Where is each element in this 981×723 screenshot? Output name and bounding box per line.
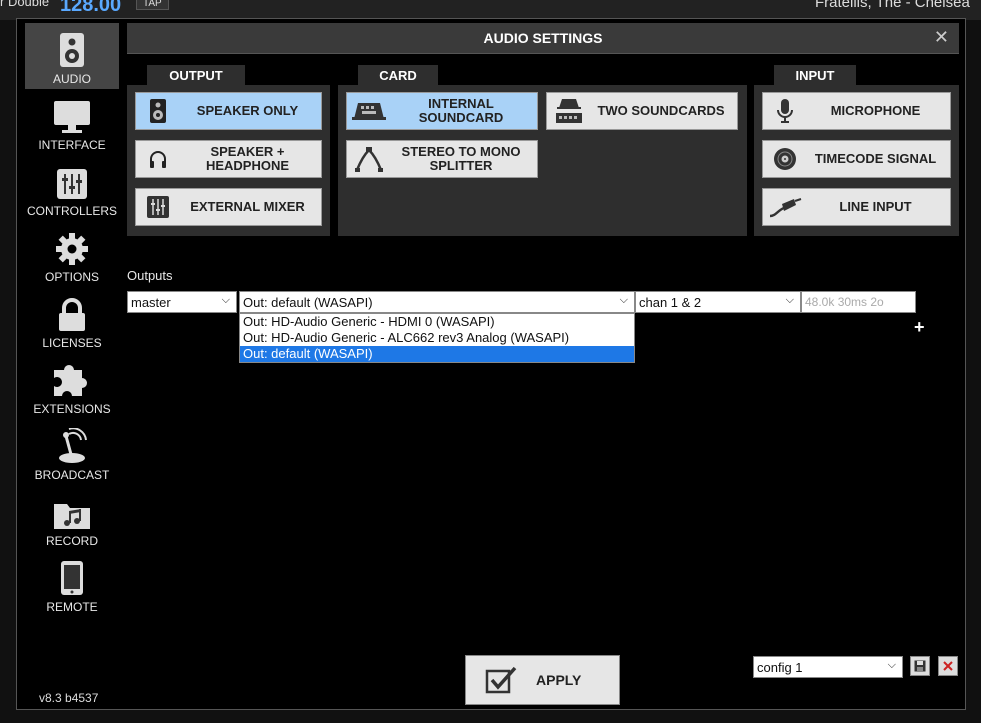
close-icon: [943, 661, 953, 671]
delete-config-button[interactable]: [938, 656, 958, 676]
sidebar-item-label: REMOTE: [46, 600, 98, 614]
external-mixer-button[interactable]: EXTERNAL MIXER: [135, 188, 322, 226]
output-group-panel: SPEAKER ONLY SPEAKER + HEADPHONE EXTERNA…: [127, 85, 330, 236]
button-label: INTERNAL SOUNDCARD: [418, 96, 504, 125]
dropdown-option-default[interactable]: Out: default (WASAPI): [240, 346, 634, 362]
background-left-text: r Double: [0, 0, 50, 9]
vinyl-icon: [774, 148, 796, 170]
monitor-icon: [54, 101, 90, 133]
input-group-tab: INPUT: [774, 65, 856, 85]
select-value: Out: default (WASAPI): [243, 294, 373, 310]
button-label: TWO SOUNDCARDS: [597, 103, 725, 118]
microphone-button[interactable]: MICROPHONE: [762, 92, 951, 130]
output-format-info: 48.0k 30ms 2o: [801, 291, 916, 313]
sidebar-item-label: LICENSES: [42, 336, 102, 350]
sidebar-item-record[interactable]: RECORD: [25, 485, 119, 551]
sidebar-item-remote[interactable]: REMOTE: [25, 551, 119, 617]
internal-soundcard-button[interactable]: INTERNAL SOUNDCARD: [346, 92, 538, 130]
lock-icon: [59, 298, 85, 331]
sidebar-item-label: BROADCAST: [34, 468, 110, 482]
chevron-down-icon: ⌵: [785, 294, 794, 306]
phone-icon: [61, 561, 83, 595]
settings-sidebar: AUDIO INTERFACE CONTROLLERS OPTIONS LICE…: [25, 23, 119, 617]
cable-icon: [769, 198, 802, 218]
window-title: AUDIO SETTINGS: [483, 30, 603, 46]
sidebar-item-broadcast[interactable]: BROADCAST: [25, 419, 119, 485]
apply-button[interactable]: APPLY: [465, 655, 620, 705]
internal-soundcard-icon: [352, 103, 386, 120]
chevron-down-icon: ⌵: [221, 294, 230, 306]
button-label: TIMECODE SIGNAL: [814, 151, 937, 166]
apply-label: APPLY: [536, 672, 582, 688]
sidebar-item-label: AUDIO: [52, 72, 91, 86]
sidebar-item-label: OPTIONS: [44, 270, 99, 284]
background-right-edge: [966, 20, 981, 723]
outputs-label: Outputs: [127, 268, 173, 283]
add-output-button[interactable]: +: [914, 317, 925, 338]
close-button[interactable]: ✕: [934, 27, 949, 48]
chevron-down-icon: ⌵: [619, 294, 628, 306]
input-group-panel: MICROPHONE TIMECODE SIGNAL LINE INPUT: [754, 85, 959, 236]
music-folder-icon: [54, 504, 90, 529]
line-input-button[interactable]: LINE INPUT: [762, 188, 951, 226]
microphone-icon: [777, 99, 793, 123]
output-group-tab: OUTPUT: [147, 65, 245, 85]
timecode-signal-button[interactable]: TIMECODE SIGNAL: [762, 140, 951, 178]
stereo-to-mono-splitter-button[interactable]: STEREO TO MONO SPLITTER: [346, 140, 538, 178]
sidebar-item-label: RECORD: [45, 534, 98, 548]
background-song-title: Fratellis, The - Chelsea: [815, 0, 970, 11]
output-device-select[interactable]: Out: default (WASAPI) ⌵: [239, 291, 635, 313]
checkbox-check-icon: [485, 666, 517, 694]
mixer-icon: [147, 196, 169, 218]
button-label: STEREO TO MONO SPLITTER: [401, 144, 521, 173]
card-group-panel: INTERNAL SOUNDCARD TWO SOUNDCARDS STEREO…: [338, 85, 747, 236]
channel-pair-select[interactable]: chan 1 & 2 ⌵: [635, 291, 801, 313]
sidebar-item-audio[interactable]: AUDIO: [25, 23, 119, 89]
speaker-only-button[interactable]: SPEAKER ONLY: [135, 92, 322, 130]
output-device-dropdown: Out: HD-Audio Generic - HDMI 0 (WASAPI) …: [239, 313, 635, 363]
output-channel-select[interactable]: master ⌵: [127, 291, 237, 313]
select-value: chan 1 & 2: [639, 294, 702, 310]
speaker-icon: [150, 99, 166, 123]
two-soundcards-icon: [556, 99, 582, 123]
config-select[interactable]: config 1 ⌵: [753, 656, 903, 678]
sidebar-item-options[interactable]: OPTIONS: [25, 221, 119, 287]
background-tap-button: TAP: [136, 0, 169, 10]
card-group-tab: CARD: [358, 65, 438, 85]
button-label: SPEAKER + HEADPHONE: [205, 144, 290, 173]
sidebar-item-label: CONTROLLERS: [26, 204, 118, 218]
headphone-icon: [150, 151, 166, 168]
sidebar-item-extensions[interactable]: EXTENSIONS: [25, 353, 119, 419]
dropdown-option-analog[interactable]: Out: HD-Audio Generic - ALC662 rev3 Anal…: [240, 330, 634, 346]
background-left-edge: [0, 20, 16, 723]
sliders-icon: [57, 169, 87, 199]
broadcast-icon: [59, 428, 87, 463]
button-label: SPEAKER ONLY: [196, 103, 299, 118]
sidebar-item-label: EXTENSIONS: [33, 402, 111, 416]
chevron-down-icon: ⌵: [887, 659, 896, 671]
speaker-headphone-button[interactable]: SPEAKER + HEADPHONE: [135, 140, 322, 178]
select-value: config 1: [757, 659, 803, 675]
dropdown-option-hdmi[interactable]: Out: HD-Audio Generic - HDMI 0 (WASAPI): [240, 314, 634, 330]
button-label: EXTERNAL MIXER: [190, 199, 305, 214]
sidebar-item-controllers[interactable]: CONTROLLERS: [25, 155, 119, 221]
sidebar-item-licenses[interactable]: LICENSES: [25, 287, 119, 353]
background-bpm: 128.00: [60, 0, 122, 16]
sidebar-item-interface[interactable]: INTERFACE: [25, 89, 119, 155]
button-label: MICROPHONE: [830, 103, 921, 118]
select-value: master: [131, 294, 171, 310]
version-label: v8.3 b4537: [39, 691, 99, 705]
audio-settings-window: AUDIO INTERFACE CONTROLLERS OPTIONS LICE…: [16, 18, 966, 710]
speaker-icon: [60, 33, 84, 67]
floppy-disk-icon: [914, 660, 926, 672]
two-soundcards-button[interactable]: TWO SOUNDCARDS: [546, 92, 738, 130]
sidebar-item-label: INTERFACE: [38, 138, 106, 152]
puzzle-icon: [54, 365, 88, 396]
window-title-bar: AUDIO SETTINGS ✕: [127, 23, 959, 54]
save-config-button[interactable]: [910, 656, 930, 676]
button-label: LINE INPUT: [839, 199, 912, 214]
gear-icon: [56, 233, 88, 265]
splitter-cable-icon: [355, 147, 383, 172]
